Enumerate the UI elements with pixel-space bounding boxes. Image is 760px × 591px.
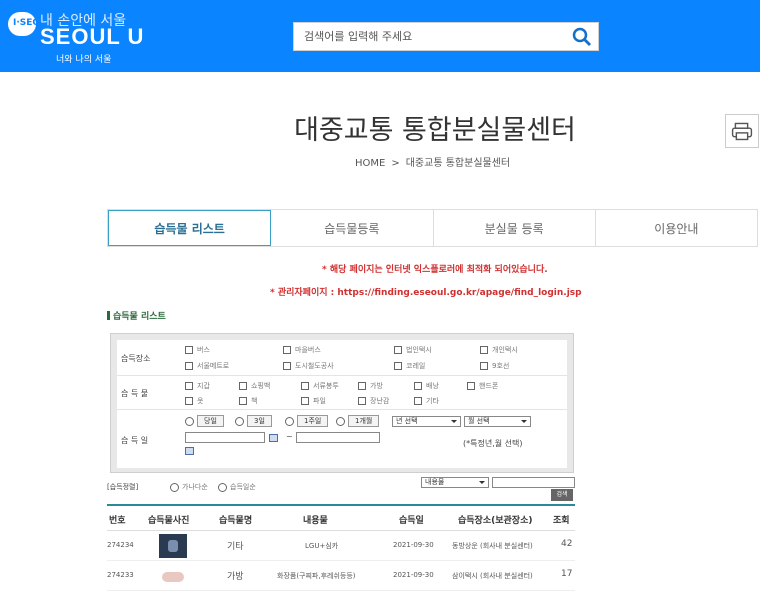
row-name[interactable]: 기타 [227, 539, 244, 552]
month-select[interactable]: 월 선택 [464, 416, 531, 427]
table-row[interactable]: 274234 기타 LGU+심카 2021-09-30 동방상운 (회사내 분실… [107, 531, 575, 561]
section-title: 습득물 리스트 [107, 309, 166, 322]
place-checkbox[interactable]: 개인택시 [480, 345, 518, 355]
place-checkbox[interactable]: 서울메트로 [185, 361, 229, 371]
start-date-input[interactable] [185, 432, 265, 443]
item-checkbox[interactable]: 배낭 [414, 381, 439, 391]
admin-notice[interactable]: * 관리자페이지 : https://finding.eseoul.go.kr/… [270, 285, 582, 298]
calendar-icon[interactable] [185, 447, 194, 455]
row-date: 2021-09-30 [393, 541, 434, 549]
year-select[interactable]: 년 선택 [392, 416, 461, 427]
item-photo[interactable] [159, 534, 187, 558]
keyword-input[interactable] [492, 477, 575, 488]
logo-text: SEOUL U [40, 24, 145, 49]
period-radio[interactable]: 3일 [235, 415, 272, 427]
search-field-select[interactable]: 내용물 [421, 477, 489, 488]
item-photo[interactable] [159, 564, 187, 588]
logo-subtitle: 너와 나의 서울 [56, 55, 112, 65]
filter-box: 습득장소 버스 마을버스 법인택시 개인택시 서울메트로 도시철도공사 코레일 … [110, 333, 574, 473]
place-checkbox[interactable]: 도시철도공사 [283, 361, 334, 371]
row-place: 동방상운 (회사내 분실센터) [452, 542, 533, 550]
table-header: 번호 습득물사진 습득물명 내용물 습득일 습득장소(보관장소) 조회 [107, 506, 575, 531]
col-content: 내용물 [303, 516, 328, 526]
row-date: 2021-09-30 [393, 571, 434, 579]
place-row: 습득장소 버스 마을버스 법인택시 개인택시 서울메트로 도시철도공사 코레일 … [117, 340, 567, 376]
item-checkbox[interactable]: 서류봉투 [301, 381, 339, 391]
tab-guide[interactable]: 이용안내 [596, 210, 757, 246]
place-checkbox[interactable]: 9호선 [480, 361, 509, 371]
tab-lost-register[interactable]: 분실물 등록 [434, 210, 596, 246]
col-photo: 습득물사진 [148, 516, 190, 526]
row-number: 274234 [107, 541, 134, 549]
breadcrumb: HOME > 대중교통 통합분실물센터 [355, 154, 510, 169]
filter-form: 습득장소 버스 마을버스 법인택시 개인택시 서울메트로 도시철도공사 코레일 … [117, 340, 567, 468]
col-views: 조회 [553, 516, 570, 526]
col-number: 번호 [109, 516, 126, 526]
row-views: 42 [561, 539, 573, 549]
row-views: 17 [561, 569, 573, 579]
site-search [293, 22, 599, 51]
place-label: 습득장소 [121, 354, 151, 363]
period-radio[interactable]: 1주일 [285, 415, 329, 427]
item-checkbox[interactable]: 지갑 [185, 381, 210, 391]
col-name: 습득물명 [219, 516, 253, 526]
date-range-separator: ~ [286, 432, 293, 441]
item-checkbox[interactable]: 쇼핑백 [239, 381, 270, 391]
date-hint: (*특정년,월 선택) [463, 439, 523, 448]
tab-found-list[interactable]: 습득물 리스트 [108, 210, 272, 246]
item-checkbox[interactable]: 파일 [301, 396, 326, 406]
sort-radio[interactable]: 가나다순 [170, 482, 208, 492]
calendar-icon[interactable] [269, 434, 278, 442]
place-checkbox[interactable]: 버스 [185, 345, 210, 355]
place-checkbox[interactable]: 법인택시 [394, 345, 432, 355]
row-place: 삼이택시 (회사내 분실센터) [452, 572, 533, 580]
item-checkbox[interactable]: 책 [239, 396, 257, 406]
breadcrumb-home[interactable]: HOME [355, 158, 385, 169]
end-date-input[interactable] [296, 432, 380, 443]
item-checkbox[interactable]: 기타 [414, 396, 439, 406]
item-checkbox[interactable]: 옷 [185, 396, 203, 406]
item-row: 습 득 물 지갑 쇼핑백 서류봉투 가방 배낭 핸드폰 옷 책 파일 장난감 기… [117, 376, 567, 410]
search-input[interactable] [294, 23, 564, 50]
item-label: 습 득 물 [121, 389, 149, 398]
period-radio[interactable]: 1개월 [336, 415, 380, 427]
item-checkbox[interactable]: 장난감 [358, 396, 389, 406]
col-place: 습득장소(보관장소) [458, 516, 533, 526]
found-items-table: 번호 습득물사진 습득물명 내용물 습득일 습득장소(보관장소) 조회 2742… [107, 504, 575, 591]
date-label: 습 득 일 [121, 436, 149, 445]
row-number: 274233 [107, 571, 134, 579]
col-date: 습득일 [399, 516, 424, 526]
ie-notice: * 해당 페이지는 인터넷 익스플로러에 최적화 되어있습니다. [322, 265, 548, 275]
item-checkbox[interactable]: 핸드폰 [467, 381, 498, 391]
period-radio[interactable]: 당일 [185, 415, 224, 427]
place-checkbox[interactable]: 코레일 [394, 361, 425, 371]
item-checkbox[interactable]: 가방 [358, 381, 383, 391]
sort-radio[interactable]: 습득일순 [218, 482, 256, 492]
row-name[interactable]: 가방 [227, 569, 244, 582]
search-button[interactable]: 검색 [551, 489, 573, 501]
seoul-logo[interactable]: I·SEOUL 내 손안에 서울 SEOUL U 너와 나의 서울 [8, 10, 158, 65]
row-content: LGU+심카 [305, 542, 339, 550]
tab-found-register[interactable]: 습득물등록 [271, 210, 434, 246]
place-checkbox[interactable]: 마을버스 [283, 345, 321, 355]
search-icon[interactable] [572, 27, 592, 47]
tab-bar: 습득물 리스트 습득물등록 분실물 등록 이용안내 [107, 209, 758, 247]
row-content: 화장품(구찌파,후레쉬등등) [277, 572, 356, 580]
page-title: 대중교통 통합분실물센터 [294, 115, 576, 146]
sort-label: [습득정렬] [107, 483, 139, 491]
date-row: 습 득 일 당일 3일 1주일 1개월 년 선택 월 선택 ~ (*특정년,월 … [117, 410, 567, 468]
breadcrumb-separator: > [391, 158, 400, 169]
top-bar: I·SEOUL 내 손안에 서울 SEOUL U 너와 나의 서울 [0, 0, 760, 72]
iseoul-badge-icon: I·SEOUL [8, 12, 53, 36]
breadcrumb-current[interactable]: 대중교통 통합분실물센터 [406, 158, 510, 169]
